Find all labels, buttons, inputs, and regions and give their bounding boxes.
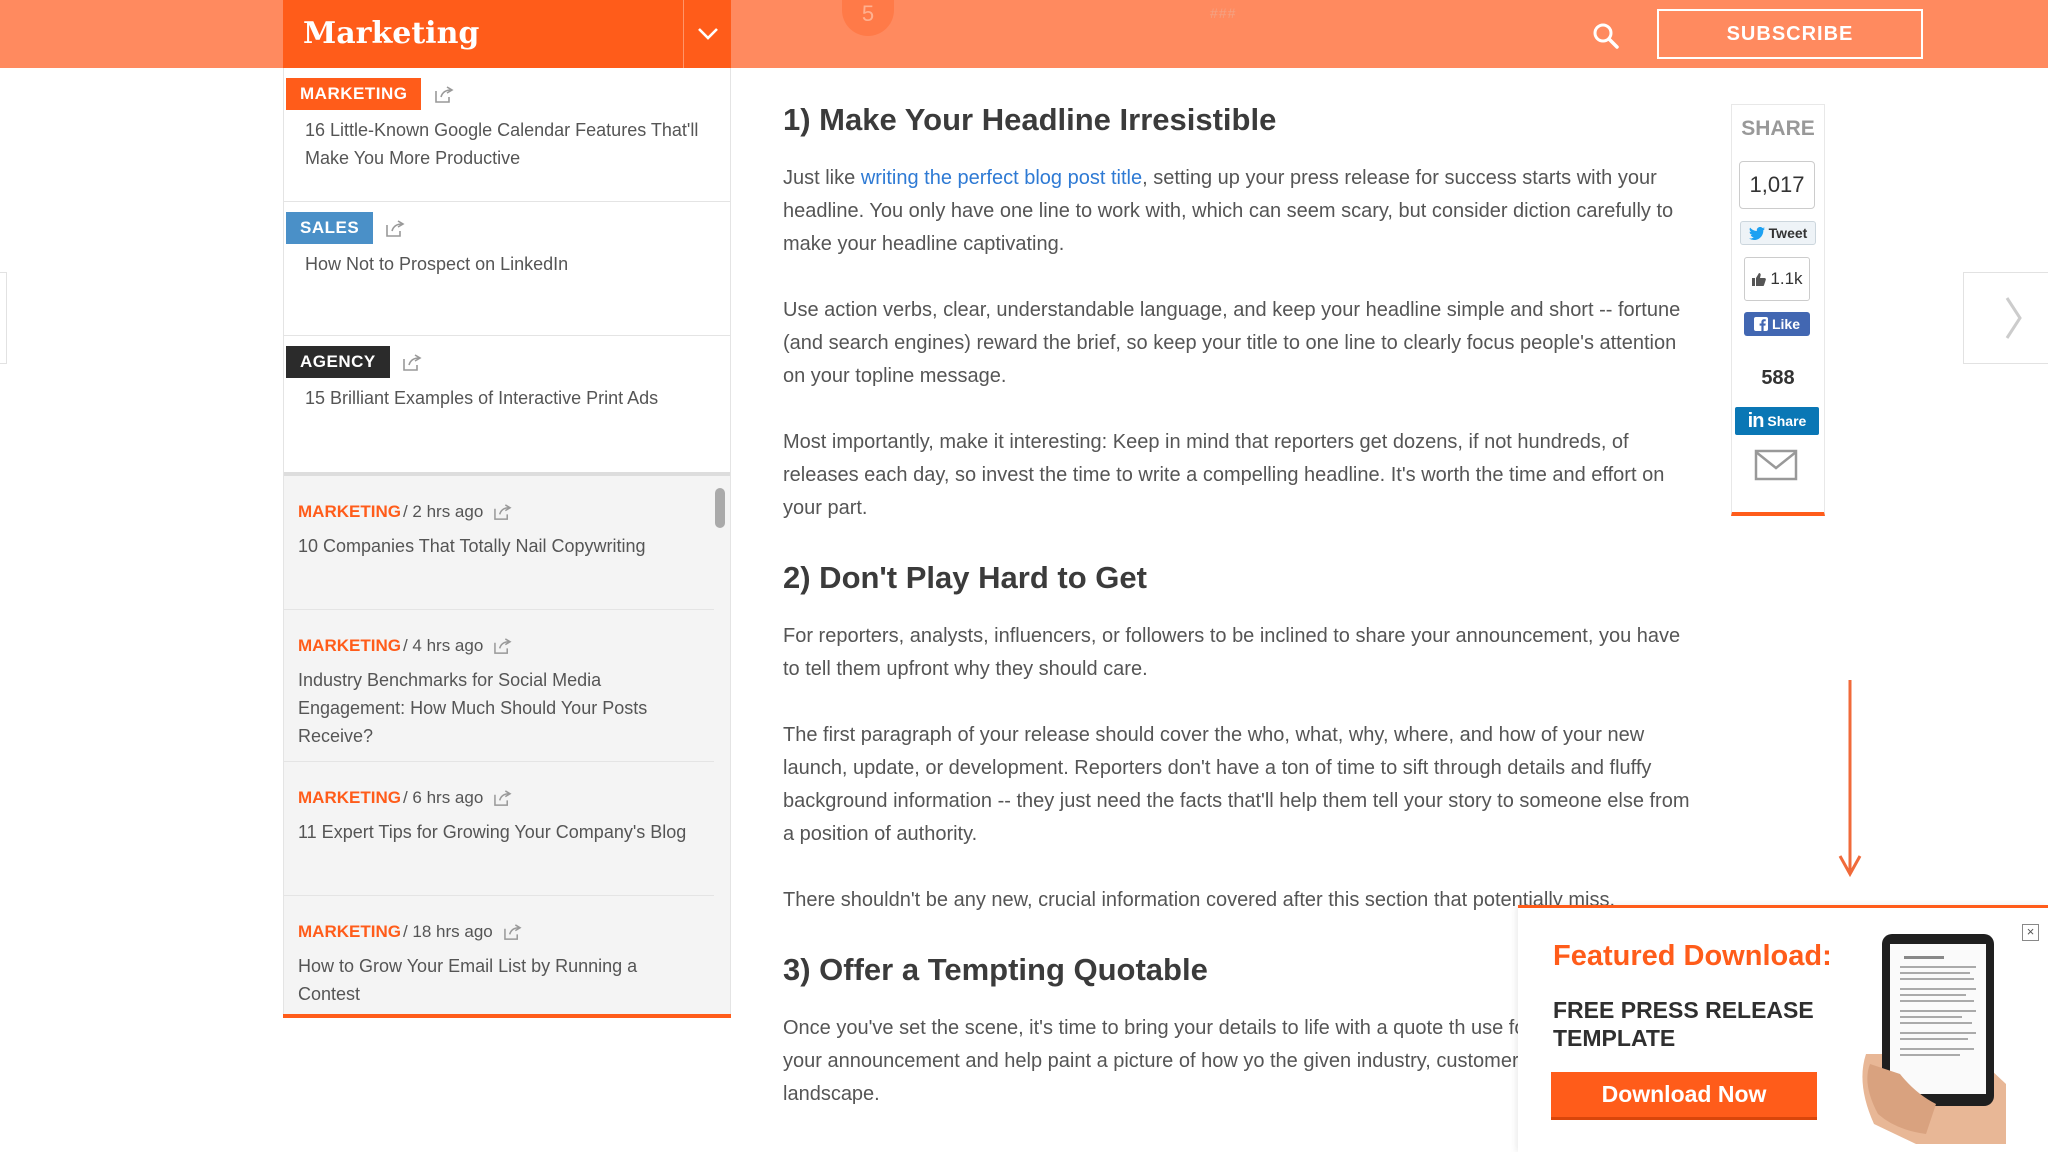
post-title[interactable]: 10 Companies That Totally Nail Copywriti… — [298, 532, 703, 560]
close-icon[interactable]: × — [2022, 924, 2039, 941]
featured-download-popup: × Featured Download: FREE PRESS RELEASE … — [1518, 905, 2048, 1152]
featured-download-title: Featured Download: — [1553, 940, 1832, 972]
post-time: / 18 hrs ago — [402, 922, 493, 941]
category-tag-marketing[interactable]: MARKETING — [286, 78, 422, 110]
page: Marketing 5 ### SUBSCRIBE MARKETING 16 L… — [0, 0, 2048, 1152]
chevron-right-icon — [2005, 297, 2022, 339]
post-title[interactable]: 11 Expert Tips for Growing Your Company'… — [298, 818, 703, 846]
previous-post-arrow[interactable] — [0, 272, 7, 364]
featured-item[interactable]: MARKETING 16 Little-Known Google Calenda… — [284, 68, 730, 202]
scrollbar[interactable] — [715, 480, 728, 1010]
featured-title[interactable]: 16 Little-Known Google Calendar Features… — [305, 116, 705, 172]
list-item[interactable]: MARKETING / 18 hrs ago How to Grow Your … — [284, 896, 714, 1030]
paragraph: The first paragraph of your release shou… — [783, 724, 1690, 845]
post-meta: MARKETING / 2 hrs ago — [298, 500, 714, 524]
share-icon[interactable] — [385, 220, 405, 238]
linkedin-share-button[interactable]: in Share — [1735, 407, 1819, 435]
featured-item[interactable]: AGENCY 15 Brilliant Examples of Interact… — [284, 336, 730, 470]
section-dropdown[interactable]: Marketing — [283, 0, 731, 68]
section-title: Marketing — [303, 16, 480, 51]
faded-mark: ### — [1210, 5, 1237, 21]
list-item[interactable]: MARKETING / 6 hrs ago 11 Expert Tips for… — [284, 762, 714, 896]
share-icon[interactable] — [503, 923, 522, 941]
tweet-button[interactable]: Tweet — [1740, 221, 1816, 245]
sidebar-bottom-border — [283, 1014, 731, 1018]
linkedin-icon: in — [1747, 410, 1765, 432]
post-meta: MARKETING / 18 hrs ago — [298, 920, 714, 944]
inline-link[interactable]: writing the perfect blog post title — [861, 167, 1142, 189]
paragraph: For reporters, analysts, influencers, or… — [783, 625, 1681, 680]
list-item[interactable]: MARKETING / 4 hrs ago Industry Benchmark… — [284, 610, 714, 762]
subscribe-button[interactable]: SUBSCRIBE — [1657, 9, 1923, 59]
section-heading: 1) Make Your Headline Irresistible — [783, 102, 1277, 137]
search-icon[interactable] — [1588, 18, 1624, 54]
share-icon[interactable] — [493, 503, 512, 521]
download-now-button[interactable]: Download Now — [1551, 1072, 1817, 1120]
post-category[interactable]: MARKETING — [298, 920, 401, 944]
post-meta: MARKETING / 6 hrs ago — [298, 786, 714, 810]
like-label: Like — [1771, 316, 1800, 332]
next-post-arrow[interactable] — [1963, 272, 2048, 364]
post-time: / 4 hrs ago — [402, 636, 484, 655]
category-tag-agency[interactable]: AGENCY — [286, 346, 390, 378]
tweet-label: Tweet — [1768, 225, 1808, 241]
featured-item[interactable]: SALES How Not to Prospect on LinkedIn — [284, 202, 730, 336]
post-time: / 6 hrs ago — [402, 788, 484, 807]
twitter-bird-icon — [1748, 226, 1765, 240]
chevron-down-icon[interactable] — [683, 0, 731, 68]
post-title[interactable]: Industry Benchmarks for Social Media Eng… — [298, 666, 703, 750]
paragraph: Use action verbs, clear, understandable … — [783, 299, 1681, 387]
linkedin-share-label: Share — [1767, 413, 1807, 429]
scrollbar-thumb[interactable] — [715, 488, 725, 528]
featured-title[interactable]: How Not to Prospect on LinkedIn — [305, 250, 705, 278]
post-category[interactable]: MARKETING — [298, 500, 401, 524]
email-icon[interactable] — [1754, 449, 1798, 481]
post-meta: MARKETING / 4 hrs ago — [298, 634, 714, 658]
share-icon[interactable] — [493, 637, 512, 655]
paragraph: Just like writing the perfect blog post … — [783, 162, 1693, 261]
featured-download-subtitle: FREE PRESS RELEASE TEMPLATE — [1553, 997, 1814, 1051]
facebook-icon — [1753, 317, 1768, 331]
featured-title[interactable]: 15 Brilliant Examples of Interactive Pri… — [305, 384, 705, 412]
share-icon[interactable] — [434, 86, 454, 104]
share-title: SHARE — [1741, 117, 1815, 140]
post-time: / 2 hrs ago — [402, 502, 484, 521]
like-count: 1.1k — [1744, 257, 1810, 301]
linkedin-count: 588 — [1761, 367, 1795, 389]
paragraph: Most importantly, make it interesting: K… — [783, 431, 1665, 519]
top-bar: Marketing 5 ### SUBSCRIBE — [0, 0, 2048, 68]
share-icon[interactable] — [402, 354, 422, 372]
recent-posts-list: MARKETING / 2 hrs ago 10 Companies That … — [284, 472, 730, 1014]
like-count-value: 1.1k — [1770, 269, 1803, 288]
share-icon[interactable] — [493, 789, 512, 807]
sidebar: MARKETING 16 Little-Known Google Calenda… — [283, 68, 731, 1018]
list-item[interactable]: MARKETING / 2 hrs ago 10 Companies That … — [284, 476, 714, 610]
category-tag-sales[interactable]: SALES — [286, 212, 374, 244]
post-category[interactable]: MARKETING — [298, 634, 401, 658]
post-category[interactable]: MARKETING — [298, 786, 401, 810]
share-panel: SHARE 1,017 Tweet 1.1k Like 588 in Share — [1731, 104, 1825, 516]
thumbs-up-icon — [1752, 272, 1767, 286]
post-title[interactable]: How to Grow Your Email List by Running a… — [298, 952, 703, 1008]
section-heading: 2) Don't Play Hard to Get — [783, 560, 1147, 595]
arrow-down-icon — [1838, 680, 1862, 878]
faded-badge: 5 — [842, 0, 894, 36]
paragraph-text: Just like — [783, 167, 861, 189]
tablet-in-hand-icon — [1862, 934, 2006, 1144]
share-total-count: 1,017 — [1739, 161, 1815, 209]
facebook-like-button[interactable]: Like — [1744, 312, 1810, 336]
